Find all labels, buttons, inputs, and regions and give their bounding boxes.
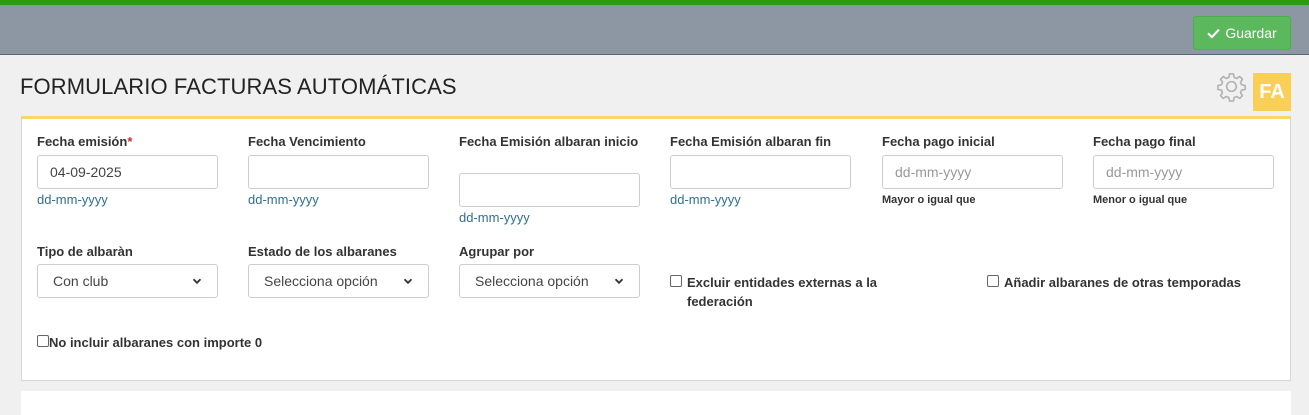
fecha-vencimiento-label: Fecha Vencimiento: [248, 134, 366, 149]
gear-icon[interactable]: [1216, 71, 1247, 102]
fecha-albaran-inicio-input[interactable]: [459, 173, 640, 207]
agrupar-por-select[interactable]: Selecciona opción: [459, 264, 640, 298]
fecha-emision-label: Fecha emisión*: [37, 134, 133, 149]
tipo-albaran-label: Tipo de albaràn: [37, 244, 133, 259]
excluir-externas-label: Excluir entidades externas a la federaci…: [687, 275, 878, 309]
fecha-pago-inicial-input[interactable]: dd-mm-yyyy: [882, 155, 1063, 189]
estado-albaranes-label: Estado de los albaranes: [248, 244, 397, 259]
fecha-pago-inicial-label: Fecha pago inicial: [882, 134, 995, 149]
tipo-albaran-select[interactable]: Con club: [37, 264, 218, 298]
fecha-albaran-inicio-hint: dd-mm-yyyy: [459, 210, 530, 225]
checkbox-box[interactable]: [670, 275, 682, 287]
checkbox-box[interactable]: [987, 275, 999, 287]
estado-albaranes-select[interactable]: Selecciona opción: [248, 264, 429, 298]
agrupar-por-label: Agrupar por: [459, 244, 535, 259]
fecha-albaran-inicio-label: Fecha Emisión albaran inicio: [459, 134, 639, 149]
fecha-pago-final-note: Menor o igual que: [1093, 194, 1188, 206]
fecha-vencimiento-hint: dd-mm-yyyy: [248, 192, 319, 207]
secondary-panel: [21, 391, 1291, 415]
required-mark: *: [127, 134, 133, 149]
estado-albaranes-value: Selecciona opción: [264, 273, 378, 289]
fecha-emision-input[interactable]: 04-09-2025: [37, 155, 218, 189]
save-button-label: Guardar: [1225, 25, 1277, 41]
check-icon: [1207, 28, 1220, 38]
no-importe-cero-label: No incluir albaranes con importe 0: [49, 335, 263, 350]
fecha-albaran-fin-hint: dd-mm-yyyy: [670, 192, 741, 207]
no-importe-cero-checkbox[interactable]: No incluir albaranes con importe 0: [37, 333, 337, 352]
fecha-albaran-fin-label: Fecha Emisión albaran fin: [670, 134, 832, 149]
toolbar: Guardar: [0, 5, 1309, 55]
checkbox-box[interactable]: [37, 335, 49, 347]
otras-temporadas-checkbox[interactable]: Añadir albaranes de otras temporadas: [987, 273, 1277, 292]
chevron-down-icon: [403, 278, 413, 285]
page-title: FORMULARIO FACTURAS AUTOMÁTICAS: [20, 74, 457, 99]
form-panel: Fecha emisión* 04-09-2025 dd-mm-yyyy Fec…: [21, 116, 1291, 381]
fecha-pago-inicial-note: Mayor o igual que: [882, 194, 976, 206]
chevron-down-icon: [614, 278, 624, 285]
excluir-externas-checkbox[interactable]: Excluir entidades externas a la federaci…: [670, 273, 910, 311]
fecha-pago-final-input[interactable]: dd-mm-yyyy: [1093, 155, 1274, 189]
fecha-pago-final-label: Fecha pago final: [1093, 134, 1196, 149]
chevron-down-icon: [192, 278, 202, 285]
fecha-albaran-fin-input[interactable]: [670, 155, 851, 189]
fecha-emision-hint: dd-mm-yyyy: [37, 192, 108, 207]
save-button[interactable]: Guardar: [1193, 16, 1291, 50]
fa-badge: FA: [1253, 73, 1291, 111]
field-fecha-emision: Fecha emisión*: [37, 132, 218, 151]
fecha-vencimiento-input[interactable]: [248, 155, 429, 189]
tipo-albaran-value: Con club: [53, 273, 109, 289]
otras-temporadas-label: Añadir albaranes de otras temporadas: [1004, 275, 1241, 290]
agrupar-por-value: Selecciona opción: [475, 273, 589, 289]
